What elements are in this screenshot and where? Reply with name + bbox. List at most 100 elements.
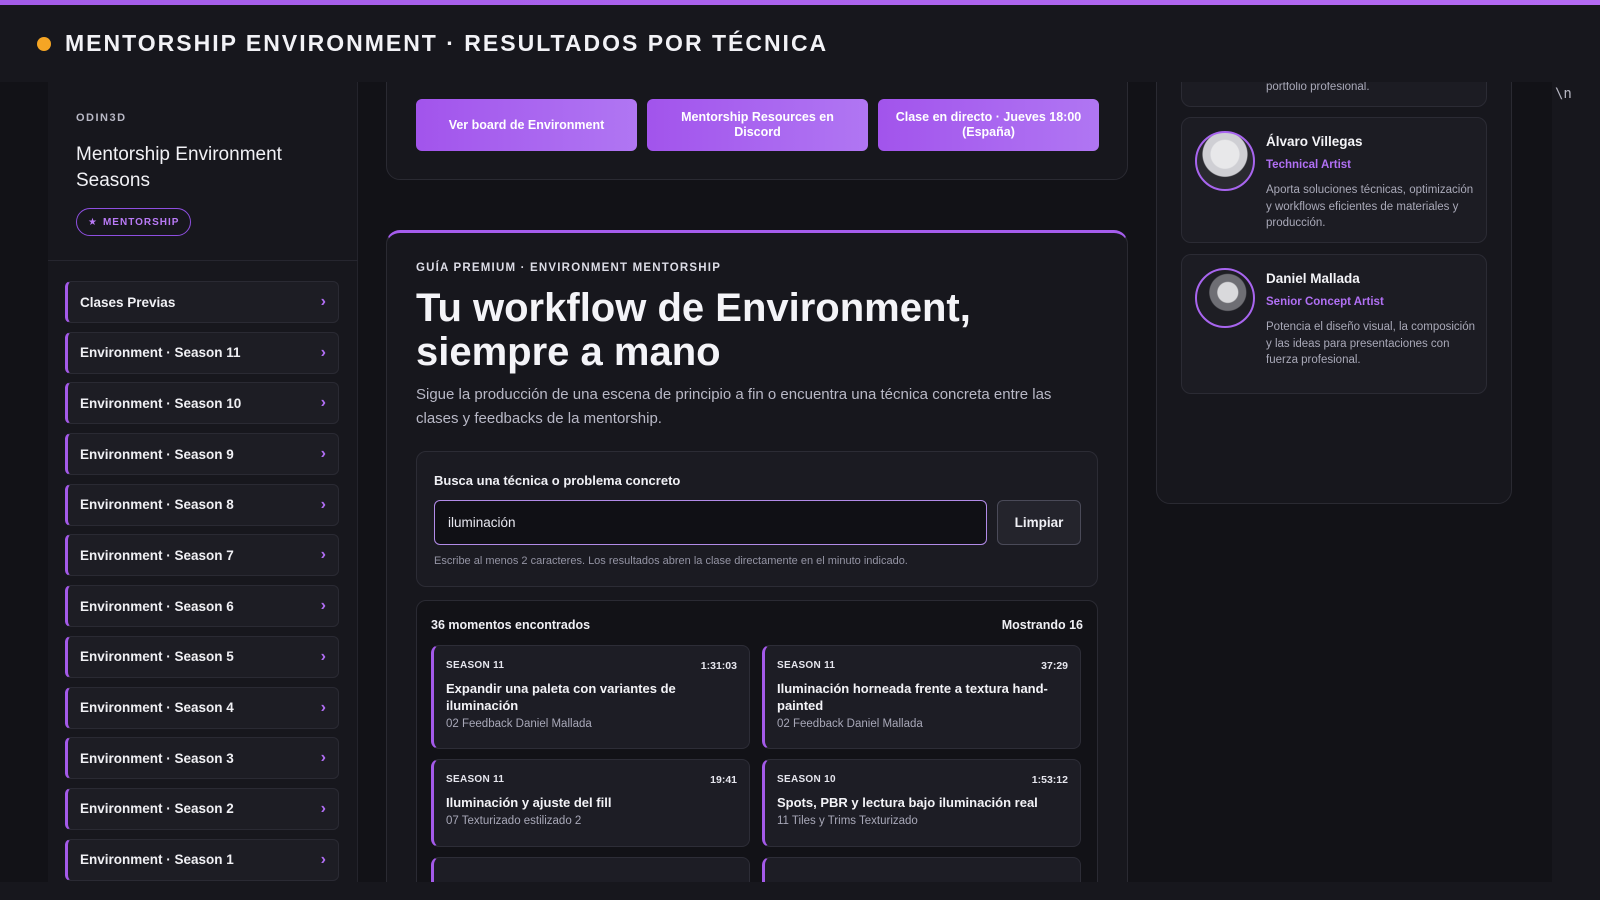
sidebar-item-label: Environment · Season 10 [80, 395, 242, 411]
mentor-name: Daniel Mallada [1266, 271, 1360, 286]
result-source: 11 Tiles y Trims Texturizado [777, 815, 918, 827]
chevron-right-icon: › [320, 597, 326, 615]
avatar [1195, 268, 1255, 328]
guide-description: Sigue la producción de una escena de pri… [416, 386, 1052, 427]
sidebar-item-label: Environment · Season 6 [80, 598, 234, 614]
mentor-card: Daniel Mallada Senior Concept Artist Pot… [1181, 254, 1487, 394]
mentor-role: Technical Artist [1266, 159, 1351, 171]
result-time: 37:29 [1041, 660, 1068, 672]
sidebar-item-season-6[interactable]: Environment · Season 6 › [65, 585, 339, 628]
sidebar-item-season-5[interactable]: Environment · Season 5 › [65, 635, 339, 678]
result-card[interactable]: SEASON 11 19:41 Iluminación y ajuste del… [431, 759, 750, 847]
results-count: 36 momentos encontrados [431, 618, 591, 632]
content-area: ODIN3D Mentorship Environment Seasons ★ … [0, 82, 1600, 882]
result-season: SEASON 11 [446, 774, 505, 785]
result-season: SEASON 11 [446, 660, 505, 671]
sidebar-item-season-4[interactable]: Environment · Season 4 › [65, 686, 339, 729]
sidebar-title: Mentorship Environment Seasons [76, 144, 282, 191]
search-hint: Escribe al menos 2 caracteres. Los resul… [434, 555, 908, 567]
search-input[interactable] [434, 500, 987, 545]
result-source: 07 Texturizado estilizado 2 [446, 815, 582, 827]
chevron-right-icon: › [320, 850, 326, 868]
result-season: SEASON 11 [777, 660, 836, 671]
sidebar-item-clases-previas[interactable]: Clases Previas › [65, 281, 339, 323]
mentor-description: portfolio profesional. [1266, 82, 1370, 93]
chevron-right-icon: › [320, 343, 326, 361]
season-nav: Clases Previas › Environment · Season 11 ›… [65, 281, 339, 882]
actions-card: Ver board de Environment Mentorship Reso… [386, 82, 1128, 180]
result-card[interactable]: SEASON 10 1:53:12 Spots, PBR y lectura b… [762, 759, 1081, 847]
sidebar: ODIN3D Mentorship Environment Seasons ★ … [48, 82, 358, 882]
sidebar-item-season-7[interactable]: Environment · Season 7 › [65, 534, 339, 577]
board-button[interactable]: Ver board de Environment [416, 99, 637, 151]
result-time: 1:53:12 [1031, 774, 1068, 786]
page-title: MENTORSHIP ENVIRONMENT · RESULTADOS POR … [65, 30, 829, 56]
chevron-right-icon: › [320, 495, 326, 513]
guide-title: Tu workflow de Environment, siempre a ma… [416, 286, 971, 374]
sidebar-brand: ODIN3D [76, 112, 127, 124]
guide-eyebrow: GUÍA PREMIUM · ENVIRONMENT MENTORSHIP [416, 262, 722, 274]
search-panel: Busca una técnica o problema concreto Li… [416, 451, 1098, 587]
chevron-right-icon: › [320, 799, 326, 817]
results-showing: Mostrando 16 [1001, 618, 1083, 632]
sidebar-item-season-3[interactable]: Environment · Season 3 › [65, 737, 339, 780]
sidebar-item-label: Environment · Season 1 [80, 852, 234, 868]
page-header: MENTORSHIP ENVIRONMENT · RESULTADOS POR … [0, 5, 1600, 82]
result-source: 02 Feedback Daniel Mallada [777, 718, 923, 730]
live-class-button[interactable]: Clase en directo · Jueves 18:00 (España) [878, 99, 1099, 151]
sidebar-item-label: Clases Previas [80, 294, 176, 310]
chevron-right-icon: › [320, 293, 326, 310]
right-gutter: \n [1552, 82, 1600, 882]
sidebar-item-label: Environment · Season 9 [80, 446, 234, 462]
clear-button[interactable]: Limpiar [997, 500, 1081, 545]
star-icon: ★ [88, 216, 98, 228]
result-card-partial[interactable] [762, 857, 1081, 882]
result-title: Iluminación horneada frente a textura ha… [777, 681, 1048, 713]
mentorship-badge: ★ MENTORSHIP [76, 208, 192, 236]
sidebar-item-label: Environment · Season 5 [80, 649, 234, 665]
result-time: 19:41 [710, 774, 737, 786]
sidebar-item-season-1[interactable]: Environment · Season 1 › [65, 838, 339, 881]
sidebar-item-label: Environment · Season 8 [80, 497, 234, 513]
mentor-name: Álvaro Villegas [1266, 134, 1363, 149]
sidebar-item-label: Environment · Season 11 [80, 345, 241, 361]
result-card[interactable]: SEASON 11 37:29 Iluminación horneada fre… [762, 645, 1081, 749]
result-card-partial[interactable] [431, 857, 750, 882]
sidebar-item-label: Environment · Season 4 [80, 700, 234, 715]
mentor-description: Potencia el diseño visual, la composició… [1266, 321, 1476, 366]
search-guide-card: GUÍA PREMIUM · ENVIRONMENT MENTORSHIP Tu… [386, 230, 1128, 882]
chevron-right-icon: › [320, 546, 326, 564]
sidebar-item-season-8[interactable]: Environment · Season 8 › [65, 483, 339, 526]
result-title: Iluminación y ajuste del fill [446, 795, 612, 810]
chevron-right-icon: › [320, 445, 326, 463]
results-panel: 36 momentos encontrados Mostrando 16 SEA… [416, 600, 1098, 882]
chevron-right-icon: › [320, 647, 326, 665]
mentor-card-partial: portfolio profesional. [1181, 82, 1487, 107]
chevron-right-icon: › [320, 394, 326, 412]
sidebar-item-season-10[interactable]: Environment · Season 10 › [65, 382, 339, 425]
sidebar-item-label: Environment · Season 3 [80, 750, 234, 766]
avatar [1195, 131, 1255, 191]
chevron-right-icon: › [320, 749, 326, 767]
sidebar-item-label: Environment · Season 7 [80, 547, 234, 563]
mentor-description: Aporta soluciones técnicas, optimización… [1266, 184, 1474, 229]
mentors-panel: portfolio profesional. Álvaro Villegas T… [1156, 82, 1512, 504]
result-title: Expandir una paleta con variantes de ilu… [446, 681, 676, 713]
action-buttons: Ver board de Environment Mentorship Reso… [416, 99, 1099, 151]
search-label: Busca una técnica o problema concreto [434, 473, 681, 488]
results-grid: SEASON 11 1:31:03 Expandir una paleta co… [431, 645, 1085, 882]
mentor-card: Álvaro Villegas Technical Artist Aporta … [1181, 117, 1487, 243]
stray-text: \n [1555, 86, 1572, 102]
sidebar-item-label: Environment · Season 2 [80, 801, 234, 817]
result-time: 1:31:03 [700, 660, 737, 672]
sidebar-item-season-9[interactable]: Environment · Season 9 › [65, 433, 339, 476]
result-source: 02 Feedback Daniel Mallada [446, 718, 592, 730]
sidebar-item-season-2[interactable]: Environment · Season 2 › [65, 787, 339, 830]
sidebar-item-season-11[interactable]: Environment · Season 11 › [65, 331, 339, 374]
discord-resources-button[interactable]: Mentorship Resources en Discord [647, 99, 868, 151]
status-dot-icon [37, 36, 51, 51]
result-title: Spots, PBR y lectura bajo iluminación re… [777, 795, 1038, 810]
result-card[interactable]: SEASON 11 1:31:03 Expandir una paleta co… [431, 645, 750, 749]
bottom-band [0, 882, 1600, 900]
mentor-role: Senior Concept Artist [1266, 296, 1384, 308]
